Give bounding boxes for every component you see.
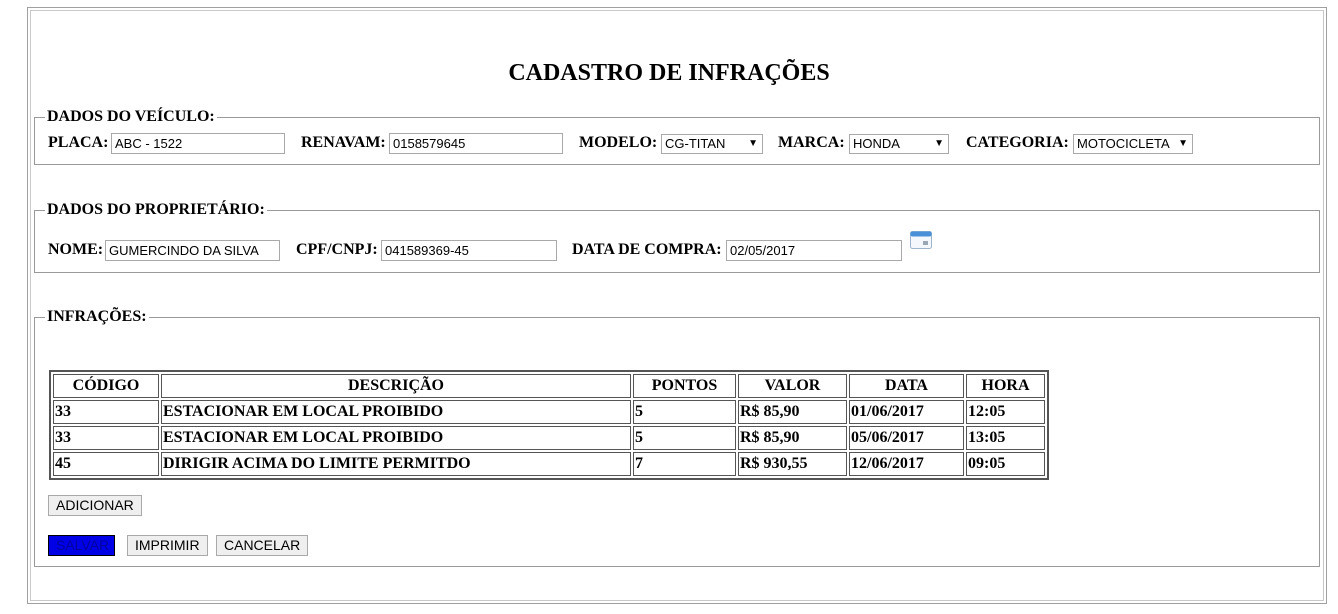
calendar-icon[interactable] bbox=[910, 231, 932, 249]
brand-select-value: HONDA bbox=[853, 136, 900, 151]
cell-value: R$ 85,90 bbox=[738, 426, 847, 450]
cell-time: 13:05 bbox=[966, 426, 1045, 450]
cell-description: DIRIGIR ACIMA DO LIMITE PERMITDO bbox=[161, 452, 631, 476]
cpf-label: CPF/CNPJ: bbox=[296, 241, 378, 258]
dropdown-arrow-icon: ▼ bbox=[1178, 138, 1188, 149]
cell-code: 45 bbox=[53, 452, 159, 476]
model-select-value: CG-TITAN bbox=[665, 136, 726, 151]
renavam-label: RENAVAM: bbox=[301, 134, 386, 151]
cell-code: 33 bbox=[53, 426, 159, 450]
cell-value: R$ 85,90 bbox=[738, 400, 847, 424]
category-select-value: MOTOCICLETA bbox=[1077, 136, 1170, 151]
page-title: CADASTRO DE INFRAÇÕES bbox=[508, 60, 830, 86]
cancel-button[interactable]: CANCELAR bbox=[216, 535, 309, 556]
brand-label: MARCA: bbox=[778, 134, 845, 151]
brand-select[interactable]: HONDA ▼ bbox=[849, 134, 949, 154]
add-button[interactable]: ADICIONAR bbox=[48, 495, 142, 516]
cell-date: 01/06/2017 bbox=[849, 400, 964, 424]
header-value: VALOR bbox=[738, 374, 847, 398]
cell-points: 5 bbox=[633, 426, 736, 450]
save-button[interactable]: SALVAR bbox=[48, 535, 115, 556]
purchase-date-label: DATA DE COMPRA: bbox=[572, 241, 722, 258]
purchase-date-input[interactable]: 02/05/2017 bbox=[726, 240, 902, 261]
cell-time: 12:05 bbox=[966, 400, 1045, 424]
print-button[interactable]: IMPRIMIR bbox=[127, 535, 208, 556]
header-description: DESCRIÇÃO bbox=[161, 374, 631, 398]
infractions-table: CÓDIGO DESCRIÇÃO PONTOS VALOR DATA HORA … bbox=[49, 370, 1049, 480]
renavam-input[interactable]: 0158579645 bbox=[389, 133, 563, 154]
owner-fieldset: DADOS DO PROPRIETÁRIO: bbox=[34, 201, 1320, 273]
cell-date: 05/06/2017 bbox=[849, 426, 964, 450]
dropdown-arrow-icon: ▼ bbox=[934, 138, 944, 149]
table-row[interactable]: 33 ESTACIONAR EM LOCAL PROIBIDO 5 R$ 85,… bbox=[53, 400, 1045, 424]
model-select[interactable]: CG-TITAN ▼ bbox=[661, 134, 763, 154]
name-input[interactable]: GUMERCINDO DA SILVA bbox=[105, 240, 280, 261]
cell-code: 33 bbox=[53, 400, 159, 424]
plate-label: PLACA: bbox=[48, 134, 109, 151]
infractions-legend: INFRAÇÕES: bbox=[47, 308, 147, 325]
header-time: HORA bbox=[966, 374, 1045, 398]
cell-points: 7 bbox=[633, 452, 736, 476]
category-label: CATEGORIA: bbox=[966, 134, 1069, 151]
table-row[interactable]: 33 ESTACIONAR EM LOCAL PROIBIDO 5 R$ 85,… bbox=[53, 426, 1045, 450]
header-date: DATA bbox=[849, 374, 964, 398]
plate-input[interactable]: ABC - 1522 bbox=[111, 133, 285, 154]
table-header-row: CÓDIGO DESCRIÇÃO PONTOS VALOR DATA HORA bbox=[53, 374, 1045, 398]
header-points: PONTOS bbox=[633, 374, 736, 398]
cell-date: 12/06/2017 bbox=[849, 452, 964, 476]
cell-value: R$ 930,55 bbox=[738, 452, 847, 476]
cell-time: 09:05 bbox=[966, 452, 1045, 476]
cpf-input[interactable]: 041589369-45 bbox=[381, 240, 557, 261]
name-label: NOME: bbox=[48, 241, 104, 258]
header-code: CÓDIGO bbox=[53, 374, 159, 398]
model-label: MODELO: bbox=[579, 134, 658, 151]
cell-points: 5 bbox=[633, 400, 736, 424]
cell-description: ESTACIONAR EM LOCAL PROIBIDO bbox=[161, 400, 631, 424]
owner-legend: DADOS DO PROPRIETÁRIO: bbox=[47, 201, 265, 218]
cell-description: ESTACIONAR EM LOCAL PROIBIDO bbox=[161, 426, 631, 450]
dropdown-arrow-icon: ▼ bbox=[748, 138, 758, 149]
vehicle-legend: DADOS DO VEÍCULO: bbox=[47, 108, 215, 125]
table-row[interactable]: 45 DIRIGIR ACIMA DO LIMITE PERMITDO 7 R$… bbox=[53, 452, 1045, 476]
category-select[interactable]: MOTOCICLETA ▼ bbox=[1073, 134, 1193, 154]
